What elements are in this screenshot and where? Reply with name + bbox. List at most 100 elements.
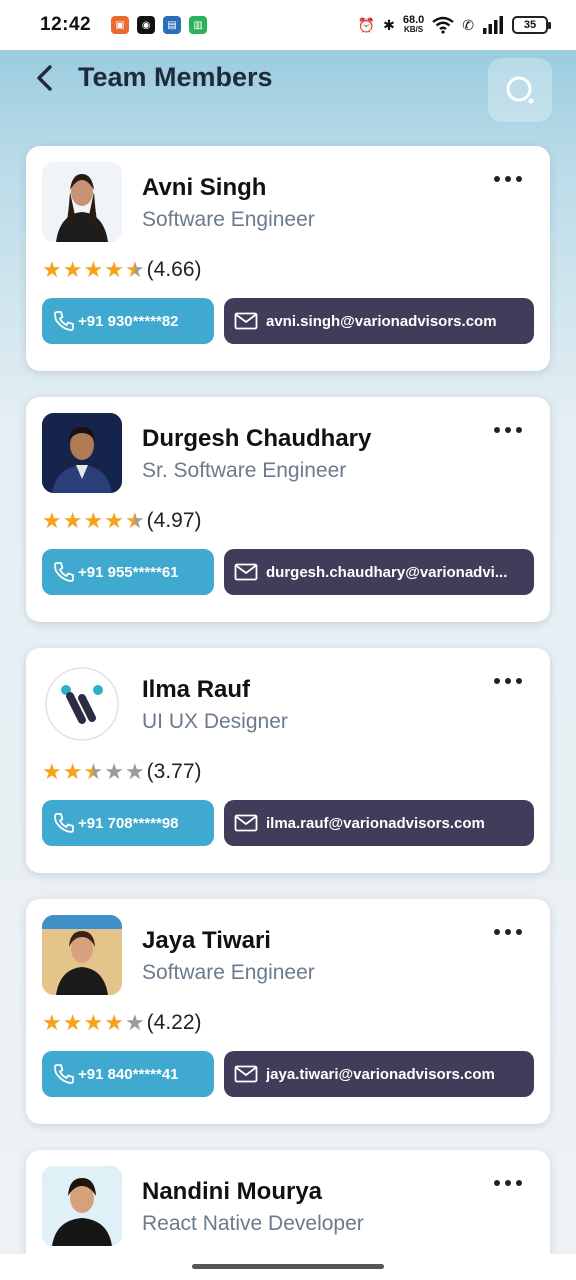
call-button[interactable]: +91 955*****61 [42, 549, 214, 595]
call-button[interactable]: +91 708*****98 [42, 800, 214, 846]
rating: ★ ★ ★ ★ ★ (3.77) [42, 760, 202, 784]
member-role: Sr. Software Engineer [142, 459, 347, 482]
star-filled-icon: ★ [62, 508, 83, 533]
email-button[interactable]: durgesh.chaudhary@varionadvi... [224, 549, 534, 595]
phone-icon [54, 311, 74, 331]
email-address: ilma.rauf@varionadvisors.com [266, 814, 485, 832]
star-filled-icon: ★ [62, 257, 83, 282]
more-dot-icon [505, 427, 511, 433]
status-time: 12:42 [40, 14, 92, 35]
phone-icon [54, 813, 74, 833]
more-dot-icon [516, 929, 522, 935]
wifi-icon [432, 16, 455, 34]
avatar [42, 1166, 122, 1246]
app-notification-icon: ▥ [189, 16, 208, 34]
member-role: Software Engineer [142, 208, 315, 231]
phone-number: +91 930*****82 [78, 312, 179, 330]
star-filled-icon: ★ [62, 1010, 83, 1035]
notification-icons: ▣ ◉ ▤ ▥ [111, 16, 208, 34]
more-dot-icon [494, 678, 500, 684]
star-filled-icon: ★ [104, 1010, 124, 1035]
network-speed-value: 68.0 [402, 14, 425, 26]
phone-icon [54, 562, 74, 582]
more-dot-icon [505, 1180, 511, 1186]
more-dot-icon [494, 427, 500, 433]
email-address: durgesh.chaudhary@varionadvi... [266, 563, 508, 581]
more-dot-icon [516, 176, 522, 182]
more-dot-icon [494, 929, 500, 935]
rating: ★ ★ ★ ★ ★ (4.22) [42, 1011, 202, 1035]
mail-icon [234, 563, 258, 581]
rating: ★ ★ ★ ★ ★ (4.97) [42, 509, 202, 533]
battery-level: 35 [523, 19, 537, 31]
member-role: UI UX Designer [142, 710, 288, 733]
avatar [42, 162, 122, 242]
member-card[interactable]: Avni Singh Software Engineer ★ ★ ★ ★ ★ (… [26, 146, 550, 371]
snapchat-icon: ◉ [137, 16, 156, 34]
rating-value: (4.22) [146, 1011, 202, 1034]
email-button[interactable]: avni.singh@varionadvisors.com [224, 298, 534, 344]
email-button[interactable]: jaya.tiwari@varionadvisors.com [224, 1051, 534, 1097]
email-address: jaya.tiwari@varionadvisors.com [266, 1065, 495, 1083]
more-options-button[interactable] [494, 427, 522, 433]
alarm-icon: ⏰ [357, 16, 376, 33]
phone-number: +91 840*****41 [78, 1065, 179, 1083]
phone-icon [54, 1064, 74, 1084]
member-name: Avni Singh [142, 174, 267, 201]
more-options-button[interactable] [494, 929, 522, 935]
member-name: Ilma Rauf [142, 676, 251, 703]
star-filled-icon: ★ [42, 508, 62, 533]
member-card[interactable]: Jaya Tiwari Software Engineer ★ ★ ★ ★ ★ … [26, 899, 550, 1124]
status-bar: 12:42 ▣ ◉ ▤ ▥ ⏰ ✱ 68.0 KB/S ✆ 35 [0, 0, 576, 50]
star-filled-icon: ★ [42, 257, 62, 282]
more-dot-icon [505, 678, 511, 684]
rating-value: (3.77) [146, 760, 202, 783]
star-filled-icon: ★ [83, 257, 104, 282]
more-dot-icon [505, 929, 511, 935]
rating-stars: ★ ★ ★ ★ ★ [42, 1012, 145, 1034]
app-notification-icon: ▣ [111, 16, 130, 34]
mail-icon [234, 814, 258, 832]
star-filled-icon: ★ [83, 508, 104, 533]
member-card[interactable]: Durgesh Chaudhary Sr. Software Engineer … [26, 397, 550, 622]
email-address: avni.singh@varionadvisors.com [266, 312, 497, 330]
more-options-button[interactable] [494, 176, 522, 182]
battery-icon: 35 [512, 16, 551, 34]
star-filled-icon: ★ [42, 759, 62, 784]
rating-stars: ★ ★ ★ ★ ★ [42, 510, 145, 532]
more-options-button[interactable] [494, 678, 522, 684]
phone-number: +91 955*****61 [78, 563, 179, 581]
star-half-icon: ★ [124, 508, 145, 533]
call-button[interactable]: +91 930*****82 [42, 298, 214, 344]
app-notification-icon: ▤ [163, 16, 182, 34]
network-speed: 68.0 KB/S [403, 15, 424, 35]
member-role: React Native Developer [142, 1212, 364, 1235]
email-button[interactable]: ilma.rauf@varionadvisors.com [224, 800, 534, 846]
avatar [42, 413, 122, 493]
more-dot-icon [516, 678, 522, 684]
more-options-button[interactable] [494, 1180, 522, 1186]
search-button[interactable] [488, 58, 552, 122]
avatar [42, 915, 122, 995]
back-arrow-icon [37, 65, 52, 91]
rating-value: (4.66) [146, 258, 202, 281]
call-button[interactable]: +91 840*****41 [42, 1051, 214, 1097]
home-indicator[interactable] [192, 1264, 384, 1269]
member-card[interactable]: Ilma Rauf UI UX Designer ★ ★ ★ ★ ★ (3.77… [26, 648, 550, 873]
more-dot-icon [494, 176, 500, 182]
star-filled-icon: ★ [62, 759, 83, 784]
star-half-icon: ★ [83, 759, 104, 784]
member-role: Software Engineer [142, 961, 315, 984]
star-filled-icon: ★ [83, 1010, 104, 1035]
system-indicators: ⏰ ✱ 68.0 KB/S ✆ 35 [357, 15, 551, 35]
rating: ★ ★ ★ ★ ★ (4.66) [42, 258, 202, 282]
member-card[interactable]: Nandini Mourya React Native Developer [26, 1150, 550, 1254]
bluetooth-icon: ✱ [383, 16, 395, 33]
star-filled-icon: ★ [104, 508, 124, 533]
signal-icon [483, 16, 503, 34]
team-member-list: Avni Singh Software Engineer ★ ★ ★ ★ ★ (… [26, 146, 550, 1254]
back-button[interactable] [28, 62, 60, 94]
rating-stars: ★ ★ ★ ★ ★ [42, 259, 145, 281]
rating-value: (4.97) [146, 509, 202, 532]
star-filled-icon: ★ [42, 1010, 62, 1035]
